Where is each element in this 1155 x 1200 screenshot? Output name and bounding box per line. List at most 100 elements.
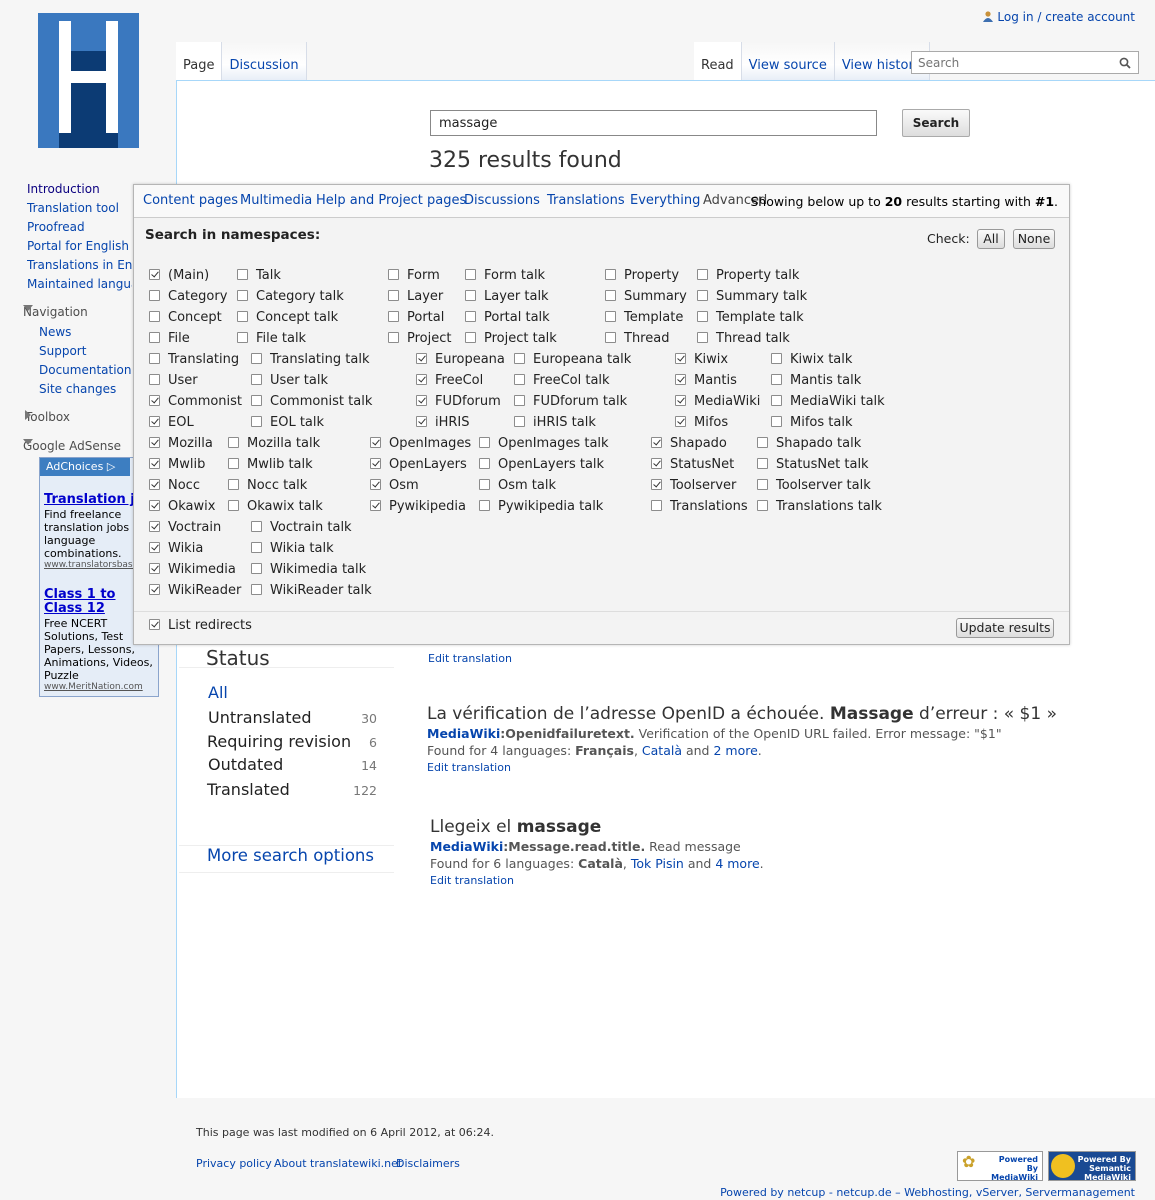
more-search-options-link[interactable]: More search options [207, 846, 374, 865]
namespace-option-fudforum-talk[interactable]: FUDforum talk [514, 393, 627, 411]
namespace-option-wikireader[interactable]: WikiReader [149, 582, 241, 600]
result-1-lang-link[interactable]: Català [642, 743, 682, 758]
namespace-option-mantis-talk[interactable]: Mantis talk [771, 372, 861, 390]
namespace-option-layer[interactable]: Layer [388, 288, 443, 306]
toolbox-heading[interactable]: Toolbox [25, 410, 70, 424]
namespace-option-ihris-talk[interactable]: iHRIS talk [514, 414, 596, 432]
namespace-checkbox[interactable] [675, 374, 686, 385]
login-link[interactable]: Log in / create account [983, 10, 1135, 24]
main-search-input[interactable]: massage [430, 110, 877, 136]
tab-translations[interactable]: Translations [547, 193, 625, 208]
namespace-option-ihris[interactable]: iHRIS [416, 414, 470, 432]
namespace-checkbox[interactable] [514, 395, 525, 406]
list-redirects-option[interactable]: List redirects [149, 617, 252, 635]
namespace-checkbox[interactable] [479, 458, 490, 469]
adchoices-badge[interactable]: AdChoices ▷ [40, 458, 130, 476]
namespace-checkbox[interactable] [149, 521, 160, 532]
check-all-button[interactable]: All [977, 229, 1005, 249]
namespace-option-europeana-talk[interactable]: Europeana talk [514, 351, 631, 369]
search-button[interactable]: Search [902, 109, 970, 137]
namespace-checkbox[interactable] [651, 479, 662, 490]
namespace-checkbox[interactable] [370, 500, 381, 511]
footer-privacy-link[interactable]: Privacy policy [196, 1157, 272, 1170]
list-redirects-checkbox[interactable] [149, 619, 160, 630]
namespace-option-europeana[interactable]: Europeana [416, 351, 505, 369]
namespace-option-wikia-talk[interactable]: Wikia talk [251, 540, 334, 558]
namespace-checkbox[interactable] [251, 542, 262, 553]
namespace-checkbox[interactable] [465, 311, 476, 322]
namespace-option-mozilla[interactable]: Mozilla [149, 435, 213, 453]
namespace-option-kiwix[interactable]: Kiwix [675, 351, 728, 369]
namespace-checkbox[interactable] [228, 479, 239, 490]
namespace-checkbox[interactable] [370, 437, 381, 448]
namespace-checkbox[interactable] [149, 542, 160, 553]
tab-view-source[interactable]: View source [741, 42, 835, 80]
namespace-option-file[interactable]: File [149, 330, 190, 348]
namespace-option-translating[interactable]: Translating [149, 351, 239, 369]
namespace-option-project[interactable]: Project [388, 330, 451, 348]
site-logo[interactable] [38, 13, 139, 148]
namespace-option-wikimedia[interactable]: Wikimedia [149, 561, 236, 579]
namespace-option-template[interactable]: Template [605, 309, 683, 327]
facet-requiring-revision[interactable]: Requiring revision [207, 732, 351, 751]
namespace-option-fudforum[interactable]: FUDforum [416, 393, 501, 411]
namespace-option-translations[interactable]: Translations [651, 498, 748, 516]
facet-all[interactable]: All [208, 683, 228, 702]
namespace-checkbox[interactable] [651, 437, 662, 448]
namespace-option-wikimedia-talk[interactable]: Wikimedia talk [251, 561, 366, 579]
namespace-option-concept-talk[interactable]: Concept talk [237, 309, 338, 327]
tab-everything[interactable]: Everything [630, 193, 700, 208]
namespace-checkbox[interactable] [675, 395, 686, 406]
namespace-option-pywikipedia[interactable]: Pywikipedia [370, 498, 466, 516]
sidebar-item-translation-tool[interactable]: Translation tool [27, 201, 119, 215]
namespace-checkbox[interactable] [149, 416, 160, 427]
namespace-option-osm-talk[interactable]: Osm talk [479, 477, 556, 495]
namespace-option-toolserver-talk[interactable]: Toolserver talk [757, 477, 871, 495]
namespace-checkbox[interactable] [465, 290, 476, 301]
namespace-checkbox[interactable] [771, 353, 782, 364]
namespace-checkbox[interactable] [370, 458, 381, 469]
namespace-checkbox[interactable] [697, 311, 708, 322]
namespace-option-wikia[interactable]: Wikia [149, 540, 203, 558]
namespace-checkbox[interactable] [651, 458, 662, 469]
namespace-option-shapado[interactable]: Shapado [651, 435, 727, 453]
namespace-checkbox[interactable] [251, 584, 262, 595]
namespace-checkbox[interactable] [149, 332, 160, 343]
namespace-checkbox[interactable] [697, 290, 708, 301]
top-search-input[interactable] [916, 52, 1110, 74]
result-1-more-link[interactable]: 2 more [713, 743, 757, 758]
namespace-checkbox[interactable] [465, 332, 476, 343]
namespace-option-form[interactable]: Form [388, 267, 440, 285]
namespace-option-toolserver[interactable]: Toolserver [651, 477, 736, 495]
facet-untranslated[interactable]: Untranslated [208, 708, 312, 727]
namespace-option-translating-talk[interactable]: Translating talk [251, 351, 369, 369]
namespace-option-mozilla-talk[interactable]: Mozilla talk [228, 435, 320, 453]
namespace-checkbox[interactable] [370, 479, 381, 490]
sidebar-item-proofread[interactable]: Proofread [27, 220, 85, 234]
powered-by-mediawiki-badge[interactable]: ✿ Powered By MediaWiki [957, 1151, 1043, 1182]
namespace-option-mifos-talk[interactable]: Mifos talk [771, 414, 852, 432]
namespace-checkbox[interactable] [388, 311, 399, 322]
tab-help-project-pages[interactable]: Help and Project pages [316, 193, 466, 208]
facet-outdated[interactable]: Outdated [208, 755, 283, 774]
tab-discussion[interactable]: Discussion [222, 42, 307, 80]
namespace-checkbox[interactable] [251, 416, 262, 427]
namespace-checkbox[interactable] [251, 395, 262, 406]
namespace-option-openimages-talk[interactable]: OpenImages talk [479, 435, 609, 453]
namespace-checkbox[interactable] [465, 269, 476, 280]
namespace-option-eol[interactable]: EOL [149, 414, 194, 432]
sidebar-item-site-changes[interactable]: Site changes [39, 382, 116, 396]
namespace-checkbox[interactable] [771, 416, 782, 427]
namespace-option-freecol[interactable]: FreeCol [416, 372, 483, 390]
namespace-checkbox[interactable] [149, 269, 160, 280]
namespace-checkbox[interactable] [479, 437, 490, 448]
namespace-checkbox[interactable] [149, 479, 160, 490]
tab-discussions[interactable]: Discussions [464, 193, 540, 208]
powered-by-netcup-link[interactable]: Powered by netcup - netcup.de – Webhosti… [720, 1186, 1135, 1199]
namespace-option-mifos[interactable]: Mifos [675, 414, 728, 432]
namespace-checkbox[interactable] [651, 500, 662, 511]
namespace-option-voctrain-talk[interactable]: Voctrain talk [251, 519, 352, 537]
sidebar-item-translations-english[interactable]: Translations in English [27, 258, 132, 272]
namespace-option-eol-talk[interactable]: EOL talk [251, 414, 324, 432]
namespace-option-category-talk[interactable]: Category talk [237, 288, 344, 306]
